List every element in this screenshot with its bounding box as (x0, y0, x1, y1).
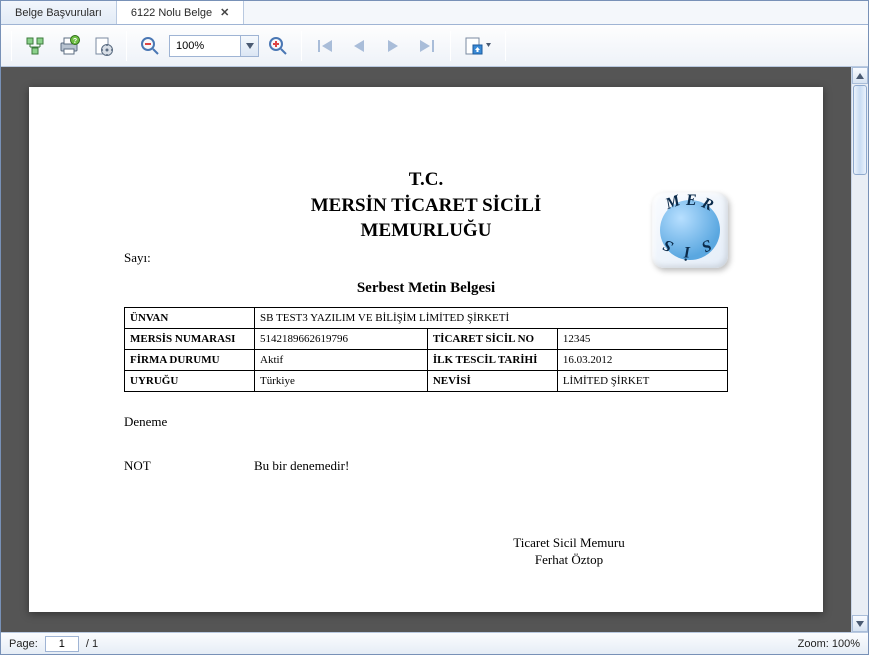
cell-label: NEVİSİ (427, 370, 557, 391)
separator (505, 31, 506, 61)
note-row: NOT Bu bir denemedir! (124, 458, 728, 474)
viewer-area: M E R S İ S T.C. MERSİN TİCARET SİCİLİ M… (1, 67, 868, 632)
separator (450, 31, 451, 61)
page-total: / 1 (86, 638, 98, 650)
header-line: T.C. (124, 167, 728, 193)
table-row: MERSİS NUMARASI 5142189662619796 TİCARET… (125, 328, 728, 349)
cell-label: FİRMA DURUMU (125, 349, 255, 370)
page-input[interactable] (45, 636, 79, 652)
cell-value: Türkiye (255, 370, 428, 391)
body-text: Deneme (124, 414, 728, 430)
tab-applications[interactable]: Belge Başvuruları (1, 1, 117, 24)
vertical-scrollbar[interactable] (851, 67, 868, 632)
separator (126, 31, 127, 61)
cell-value: 16.03.2012 (557, 349, 727, 370)
cell-value: Aktif (255, 349, 428, 370)
scroll-down-button[interactable] (852, 615, 868, 632)
svg-text:?: ? (73, 38, 77, 45)
page-indicator: Page: / 1 (9, 636, 98, 652)
dropdown-icon[interactable] (240, 36, 258, 56)
signature-name: Ferhat Öztop (464, 551, 674, 569)
close-icon[interactable]: ✕ (220, 6, 229, 19)
export-button[interactable] (459, 31, 497, 61)
cell-label: TİCARET SİCİL NO (427, 328, 557, 349)
cell-value: 5142189662619796 (255, 328, 428, 349)
sayi-label: Sayı: (124, 250, 728, 266)
zoom-input[interactable] (170, 40, 240, 52)
document-page: M E R S İ S T.C. MERSİN TİCARET SİCİLİ M… (29, 87, 823, 612)
document-subtitle: Serbest Metin Belgesi (124, 280, 728, 297)
table-row: UYRUĞU Türkiye NEVİSİ LİMİTED ŞİRKET (125, 370, 728, 391)
cell-value: LİMİTED ŞİRKET (557, 370, 727, 391)
zoom-out-button[interactable] (135, 31, 165, 61)
print-button[interactable]: ? (54, 31, 84, 61)
status-bar: Page: / 1 Zoom: 100% (1, 632, 868, 654)
document-map-button[interactable] (20, 31, 50, 61)
cell-label: MERSİS NUMARASI (125, 328, 255, 349)
cell-value: SB TEST3 YAZILIM VE BİLİŞİM LİMİTED ŞİRK… (255, 307, 728, 328)
tab-document[interactable]: 6122 Nolu Belge ✕ (117, 1, 245, 24)
table-row: FİRMA DURUMU Aktif İLK TESCİL TARİHİ 16.… (125, 349, 728, 370)
document-header: T.C. MERSİN TİCARET SİCİLİ MEMURLUĞU (124, 167, 728, 244)
tab-label: 6122 Nolu Belge (131, 7, 212, 19)
last-page-button[interactable] (412, 31, 442, 61)
first-page-button[interactable] (310, 31, 340, 61)
cell-label: İLK TESCİL TARİHİ (427, 349, 557, 370)
signature-block: Ticaret Sicil Memuru Ferhat Öztop (464, 534, 674, 569)
toolbar: ? (1, 25, 868, 67)
scroll-up-button[interactable] (852, 67, 868, 84)
signature-title: Ticaret Sicil Memuru (464, 534, 674, 552)
prev-page-button[interactable] (344, 31, 374, 61)
separator (11, 31, 12, 61)
next-page-button[interactable] (378, 31, 408, 61)
tab-label: Belge Başvuruları (15, 7, 102, 19)
mersis-logo: M E R S İ S (652, 192, 728, 268)
info-table: ÜNVAN SB TEST3 YAZILIM VE BİLİŞİM LİMİTE… (124, 307, 728, 392)
document-viewport[interactable]: M E R S İ S T.C. MERSİN TİCARET SİCİLİ M… (1, 67, 851, 632)
scroll-thumb[interactable] (853, 85, 867, 175)
separator (301, 31, 302, 61)
page-setup-button[interactable] (88, 31, 118, 61)
zoom-indicator: Zoom: 100% (798, 638, 860, 650)
cell-value: 12345 (557, 328, 727, 349)
header-line: MEMURLUĞU (124, 218, 728, 244)
zoom-combo[interactable] (169, 35, 259, 57)
cell-label: UYRUĞU (125, 370, 255, 391)
note-value: Bu bir denemedir! (254, 458, 349, 474)
table-row: ÜNVAN SB TEST3 YAZILIM VE BİLİŞİM LİMİTE… (125, 307, 728, 328)
note-key: NOT (124, 458, 254, 474)
header-line: MERSİN TİCARET SİCİLİ (124, 193, 728, 219)
cell-label: ÜNVAN (125, 307, 255, 328)
page-label: Page: (9, 638, 38, 650)
tab-bar: Belge Başvuruları 6122 Nolu Belge ✕ (1, 1, 868, 25)
zoom-in-button[interactable] (263, 31, 293, 61)
